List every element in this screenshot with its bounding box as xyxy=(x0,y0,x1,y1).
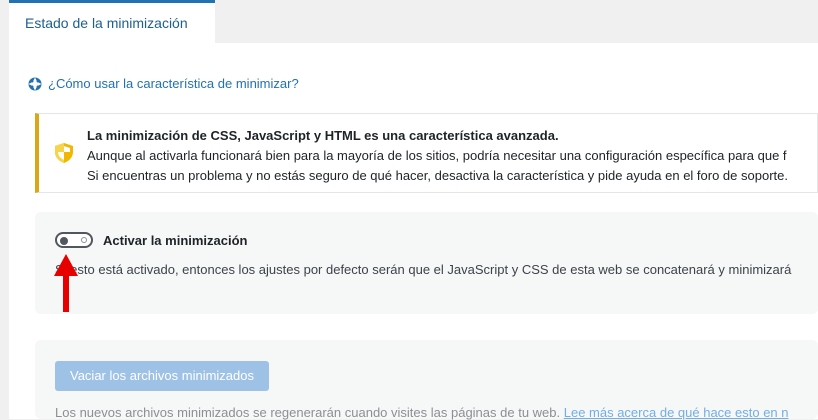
clear-minified-button[interactable]: Vaciar los archivos minimizados xyxy=(55,361,269,391)
notice-line-2: Si encuentras un problema y no estás seg… xyxy=(87,168,788,183)
footer-note: Los nuevos archivos minimizados se regen… xyxy=(55,405,789,420)
notice-title: La minimización de CSS, JavaScript y HTM… xyxy=(87,128,559,143)
learn-more-link[interactable]: Lee más acerca de qué hace esto en n xyxy=(564,405,789,420)
red-arrow-annotation-icon xyxy=(54,254,78,312)
shield-icon xyxy=(55,143,73,163)
clear-cache-card: Vaciar los archivos minimizados Los nuev… xyxy=(35,340,818,420)
lifebuoy-icon xyxy=(28,77,42,90)
warning-notice: La minimización de CSS, JavaScript y HTM… xyxy=(35,113,818,193)
help-link[interactable]: ¿Cómo usar la característica de minimiza… xyxy=(28,76,299,91)
toggle-off-indicator xyxy=(81,237,87,243)
help-link-text[interactable]: ¿Cómo usar la característica de minimiza… xyxy=(48,76,299,91)
minify-description: Si esto está activado, entonces los ajus… xyxy=(55,262,792,277)
tab-minify-status[interactable]: Estado de la minimización xyxy=(9,0,215,44)
notice-line-1: Aunque al activarla funcionará bien para… xyxy=(87,148,787,163)
toggle-knob xyxy=(60,237,68,245)
minify-toggle-label[interactable]: Activar la minimización xyxy=(103,233,248,248)
tab-bar: Estado de la minimización xyxy=(0,0,818,44)
footer-text: Los nuevos archivos minimizados se regen… xyxy=(55,405,564,420)
minify-toggle[interactable] xyxy=(55,232,93,248)
minify-setting-card: Activar la minimización Si esto está act… xyxy=(35,212,818,314)
